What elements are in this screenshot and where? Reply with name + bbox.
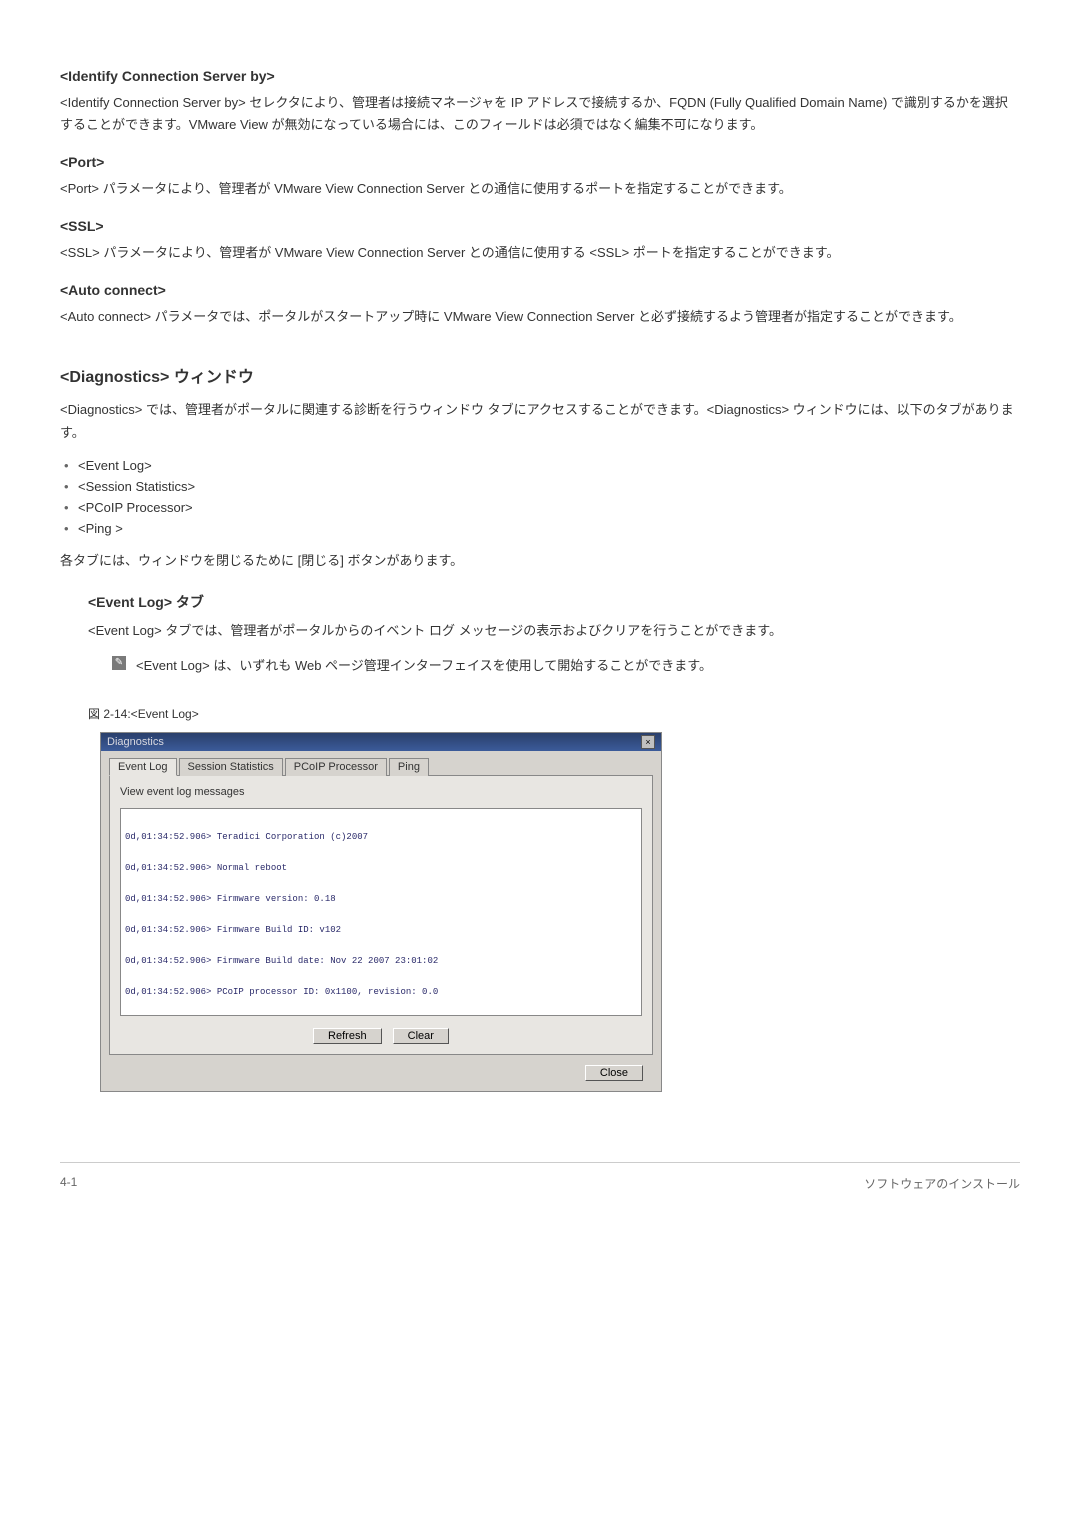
tab-event-log[interactable]: Event Log [109,758,177,776]
figure-caption: 図 2-14:<Event Log> [88,705,1020,722]
clear-button[interactable]: Clear [393,1028,449,1044]
footer-divider [60,1162,1020,1163]
list-item: <Event Log> [78,458,1020,473]
dialog-tabs: Event Log Session Statistics PCoIP Proce… [109,757,653,776]
para-identify: <Identify Connection Server by> セレクタにより、… [60,92,1020,136]
para-auto: <Auto connect> パラメータでは、ポータルがスタートアップ時に VM… [60,306,1020,328]
para-diag-after: 各タブには、ウィンドウを閉じるために [閉じる] ボタンがあります。 [60,550,1020,572]
log-line: 0d,01:34:52.906> Normal reboot [125,863,637,873]
log-line: 0d,01:34:52.906> Teradici Corporation (c… [125,832,637,842]
para-ssl: <SSL> パラメータにより、管理者が VMware View Connecti… [60,242,1020,264]
heading-eventlog: <Event Log> タブ [88,592,1020,612]
note-text: <Event Log> は、いずれも Web ページ管理インターフェイスを使用し… [136,656,712,677]
event-log-box[interactable]: 0d,01:34:52.906> Teradici Corporation (c… [120,808,642,1016]
tab-ping[interactable]: Ping [389,758,429,776]
page-number: 4-1 [60,1175,77,1192]
list-item: <PCoIP Processor> [78,500,1020,515]
para-eventlog: <Event Log> タブでは、管理者がポータルからのイベント ログ メッセー… [88,620,1020,642]
para-port: <Port> パラメータにより、管理者が VMware View Connect… [60,178,1020,200]
tab-pcoip-processor[interactable]: PCoIP Processor [285,758,387,776]
footer-title: ソフトウェアのインストール [864,1175,1020,1192]
log-line: 0d,01:34:52.906> PCoIP processor ID: 0x1… [125,987,637,997]
list-item: <Session Statistics> [78,479,1020,494]
heading-port: <Port> [60,154,1020,170]
tab-session-statistics[interactable]: Session Statistics [179,758,283,776]
log-line: 0d,01:34:52.906> Firmware version: 0.18 [125,894,637,904]
list-item: <Ping > [78,521,1020,536]
heading-auto: <Auto connect> [60,282,1020,298]
heading-ssl: <SSL> [60,218,1020,234]
diagnostics-dialog: Diagnostics × Event Log Session Statisti… [100,732,662,1092]
dialog-title: Diagnostics [107,736,164,748]
log-line: 0d,01:34:52.906> Firmware Build date: No… [125,956,637,966]
log-line: 0d,01:34:52.906> Firmware Build ID: v102 [125,925,637,935]
view-label: View event log messages [120,786,642,798]
note-icon: ✎ [112,656,126,670]
diag-bullets: <Event Log> <Session Statistics> <PCoIP … [60,458,1020,536]
close-icon[interactable]: × [641,735,655,749]
heading-identify: <Identify Connection Server by> [60,68,1020,84]
refresh-button[interactable]: Refresh [313,1028,382,1044]
para-diag-intro: <Diagnostics> では、管理者がポータルに関連する診断を行うウィンドウ… [60,399,1020,443]
heading-diagnostics: <Diagnostics> ウィンドウ [60,363,1020,387]
close-button[interactable]: Close [585,1065,643,1081]
